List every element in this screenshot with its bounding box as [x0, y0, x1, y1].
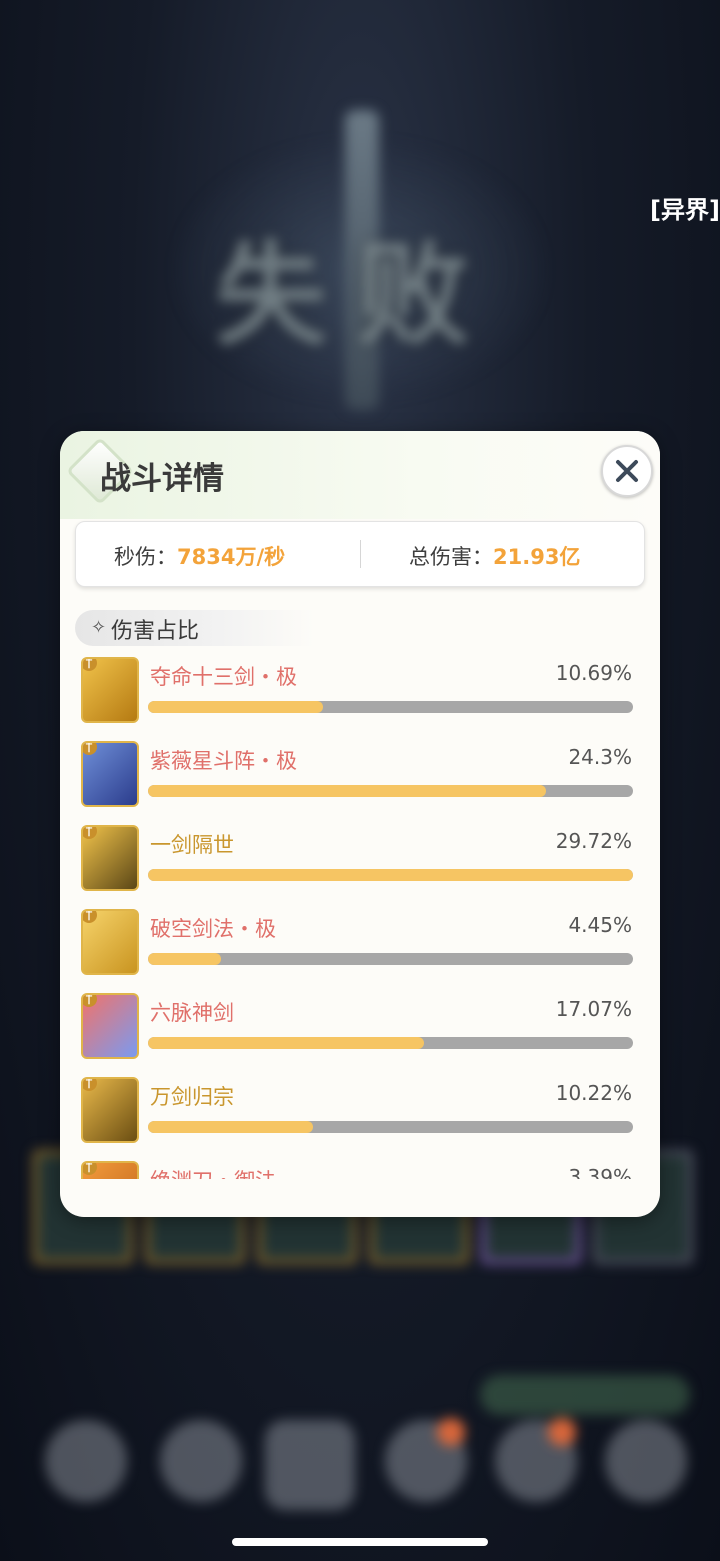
notification-badge: [437, 1418, 465, 1446]
skill-percent: 4.45%: [568, 913, 632, 937]
close-button[interactable]: [601, 445, 653, 497]
damage-summary: 秒伤：7834万/秒 总伤害：21.93亿: [75, 521, 645, 587]
damage-bar-fill: [148, 701, 323, 713]
notification-badge: [548, 1418, 576, 1446]
skill-icon[interactable]: †: [81, 1161, 139, 1179]
skill-percent: 29.72%: [555, 829, 632, 853]
dps-stat: 秒伤：7834万/秒: [114, 541, 285, 571]
skill-percent: 10.22%: [555, 1081, 632, 1105]
skill-icon[interactable]: †: [81, 741, 139, 807]
skill-damage-row: † 一剑隔世 29.72%: [60, 817, 660, 901]
damage-bar: [148, 869, 633, 881]
damage-bar-fill: [148, 1037, 425, 1049]
damage-bar-fill: [148, 1121, 313, 1133]
dialog-header: 战斗详情: [60, 431, 660, 519]
home-indicator: [232, 1538, 488, 1546]
section-header: ✧ 伤害占比: [75, 610, 315, 646]
bg-menu-button: [605, 1420, 687, 1502]
battle-details-dialog: 战斗详情 秒伤：7834万/秒 总伤害：21.93亿 ✧ 伤害占比 † 夺命十三剑…: [60, 431, 660, 1217]
close-icon: [616, 460, 638, 482]
skill-percent: 10.69%: [555, 661, 632, 685]
damage-bar-fill: [148, 869, 633, 881]
damage-bar: [148, 1121, 633, 1133]
skill-damage-row: † 万剑归宗 10.22%: [60, 1069, 660, 1153]
damage-bar-fill: [148, 785, 546, 797]
sword-badge-icon: †: [83, 1079, 97, 1091]
skill-name: 夺命十三剑・极: [150, 665, 297, 689]
skill-name: 六脉神剑: [150, 1001, 234, 1025]
skill-icon[interactable]: †: [81, 657, 139, 723]
sparkle-icon: ✧: [91, 617, 107, 638]
sword-badge-icon: †: [83, 911, 97, 923]
skill-name: 万剑归宗: [150, 1085, 234, 1109]
skill-damage-row: † 破空剑法・极 4.45%: [60, 901, 660, 985]
skill-name: 破空剑法・极: [150, 917, 276, 941]
skill-damage-row: † 夺命十三剑・极 10.69%: [60, 649, 660, 733]
skill-icon[interactable]: †: [81, 1077, 139, 1143]
bg-status-chip: [480, 1375, 690, 1415]
skill-damage-row: † 六脉神剑 17.07%: [60, 985, 660, 1069]
total-damage-value: 21.93亿: [493, 545, 581, 569]
sword-badge-icon: †: [83, 995, 97, 1007]
damage-bar: [148, 701, 633, 713]
bg-menu-button: [45, 1420, 127, 1502]
total-damage-label: 总伤害：: [409, 545, 493, 569]
skill-icon[interactable]: †: [81, 993, 139, 1059]
skill-icon[interactable]: †: [81, 825, 139, 891]
sword-badge-icon: †: [83, 743, 97, 755]
damage-bar: [148, 785, 633, 797]
section-title: 伤害占比: [111, 619, 200, 644]
damage-bar-fill: [148, 953, 221, 965]
skill-name: 一剑隔世: [150, 833, 234, 857]
dps-label: 秒伤：: [114, 545, 177, 569]
scrolling-announcement: [异界]: [650, 196, 720, 224]
damage-share-list[interactable]: † 夺命十三剑・极 10.69% † 紫薇星斗阵・极 24.3% † 一剑隔世 29.72% † 破…: [60, 649, 660, 1179]
damage-bar: [148, 953, 633, 965]
skill-damage-row: † 紫薇星斗阵・极 24.3%: [60, 733, 660, 817]
bg-menu-button: [160, 1420, 242, 1502]
bg-menu-button: [265, 1420, 355, 1510]
skill-percent: 24.3%: [568, 745, 632, 769]
total-damage-stat: 总伤害：21.93亿: [409, 541, 580, 571]
sword-badge-icon: †: [83, 1163, 97, 1175]
skill-percent: 17.07%: [555, 997, 632, 1021]
skill-name: 紫薇星斗阵・极: [150, 749, 297, 773]
skill-percent: 3.39%: [568, 1165, 632, 1179]
dialog-title: 战斗详情: [100, 461, 224, 497]
skill-name: 绝渊刀・御法: [150, 1165, 276, 1179]
sword-badge-icon: †: [83, 659, 97, 671]
sword-badge-icon: †: [83, 827, 97, 839]
divider: [360, 540, 361, 568]
skill-damage-row: † 绝渊刀・御法 3.39%: [60, 1153, 660, 1179]
skill-icon[interactable]: †: [81, 909, 139, 975]
damage-bar: [148, 1037, 633, 1049]
defeat-banner-text: 失败: [215, 230, 499, 361]
dps-value: 7834万/秒: [177, 545, 286, 569]
